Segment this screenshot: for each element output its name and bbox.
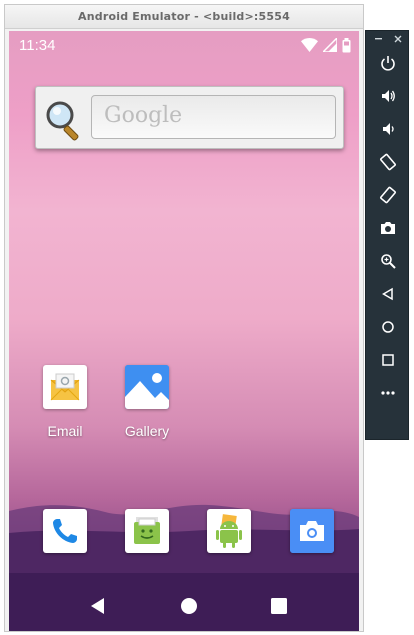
toolbar-window-controls — [366, 31, 410, 49]
messaging-icon[interactable] — [125, 509, 169, 553]
screenshot-icon[interactable] — [376, 216, 400, 240]
rotate-left-icon[interactable] — [376, 150, 400, 174]
phone-icon[interactable] — [43, 509, 87, 553]
more-icon[interactable] — [376, 381, 400, 405]
app-gallery[interactable]: Gallery — [117, 365, 177, 439]
battery-icon — [342, 37, 351, 52]
wifi-icon — [301, 38, 318, 52]
google-search-widget[interactable]: Google — [35, 86, 344, 149]
recents-icon[interactable] — [268, 595, 290, 617]
minimize-icon[interactable] — [375, 37, 382, 41]
app-label-email: Email — [47, 423, 83, 439]
rotate-right-icon[interactable] — [376, 183, 400, 207]
volume-down-icon[interactable] — [376, 117, 400, 141]
back-icon[interactable] — [88, 595, 110, 617]
signal-icon — [323, 38, 337, 52]
emulator-window: Android Emulator - <build>:5554 11:34 Go… — [4, 4, 364, 632]
device-screen[interactable]: 11:34 Google Email Gallery — [9, 31, 359, 631]
home-icon[interactable] — [178, 595, 200, 617]
navigation-bar — [9, 579, 359, 631]
gallery-icon[interactable] — [125, 365, 169, 409]
android-icon[interactable] — [207, 509, 251, 553]
back-icon[interactable] — [376, 282, 400, 306]
window-title: Android Emulator - <build>:5554 — [5, 5, 363, 29]
search-input[interactable]: Google — [91, 95, 336, 139]
app-email[interactable]: Email — [35, 365, 95, 439]
magnifier-icon[interactable] — [44, 99, 86, 141]
status-clock: 11:34 — [19, 37, 56, 54]
emulator-toolbar — [365, 30, 409, 440]
close-icon[interactable] — [394, 35, 402, 43]
home-icon[interactable] — [376, 315, 400, 339]
camera-icon[interactable] — [290, 509, 334, 553]
power-icon[interactable] — [376, 51, 400, 75]
volume-up-icon[interactable] — [376, 84, 400, 108]
zoom-icon[interactable] — [376, 249, 400, 273]
email-icon[interactable] — [43, 365, 87, 409]
overview-icon[interactable] — [376, 348, 400, 372]
app-label-gallery: Gallery — [124, 423, 170, 439]
status-bar: 11:34 — [9, 31, 359, 59]
status-icons — [301, 37, 351, 53]
search-placeholder: Google — [104, 103, 183, 128]
